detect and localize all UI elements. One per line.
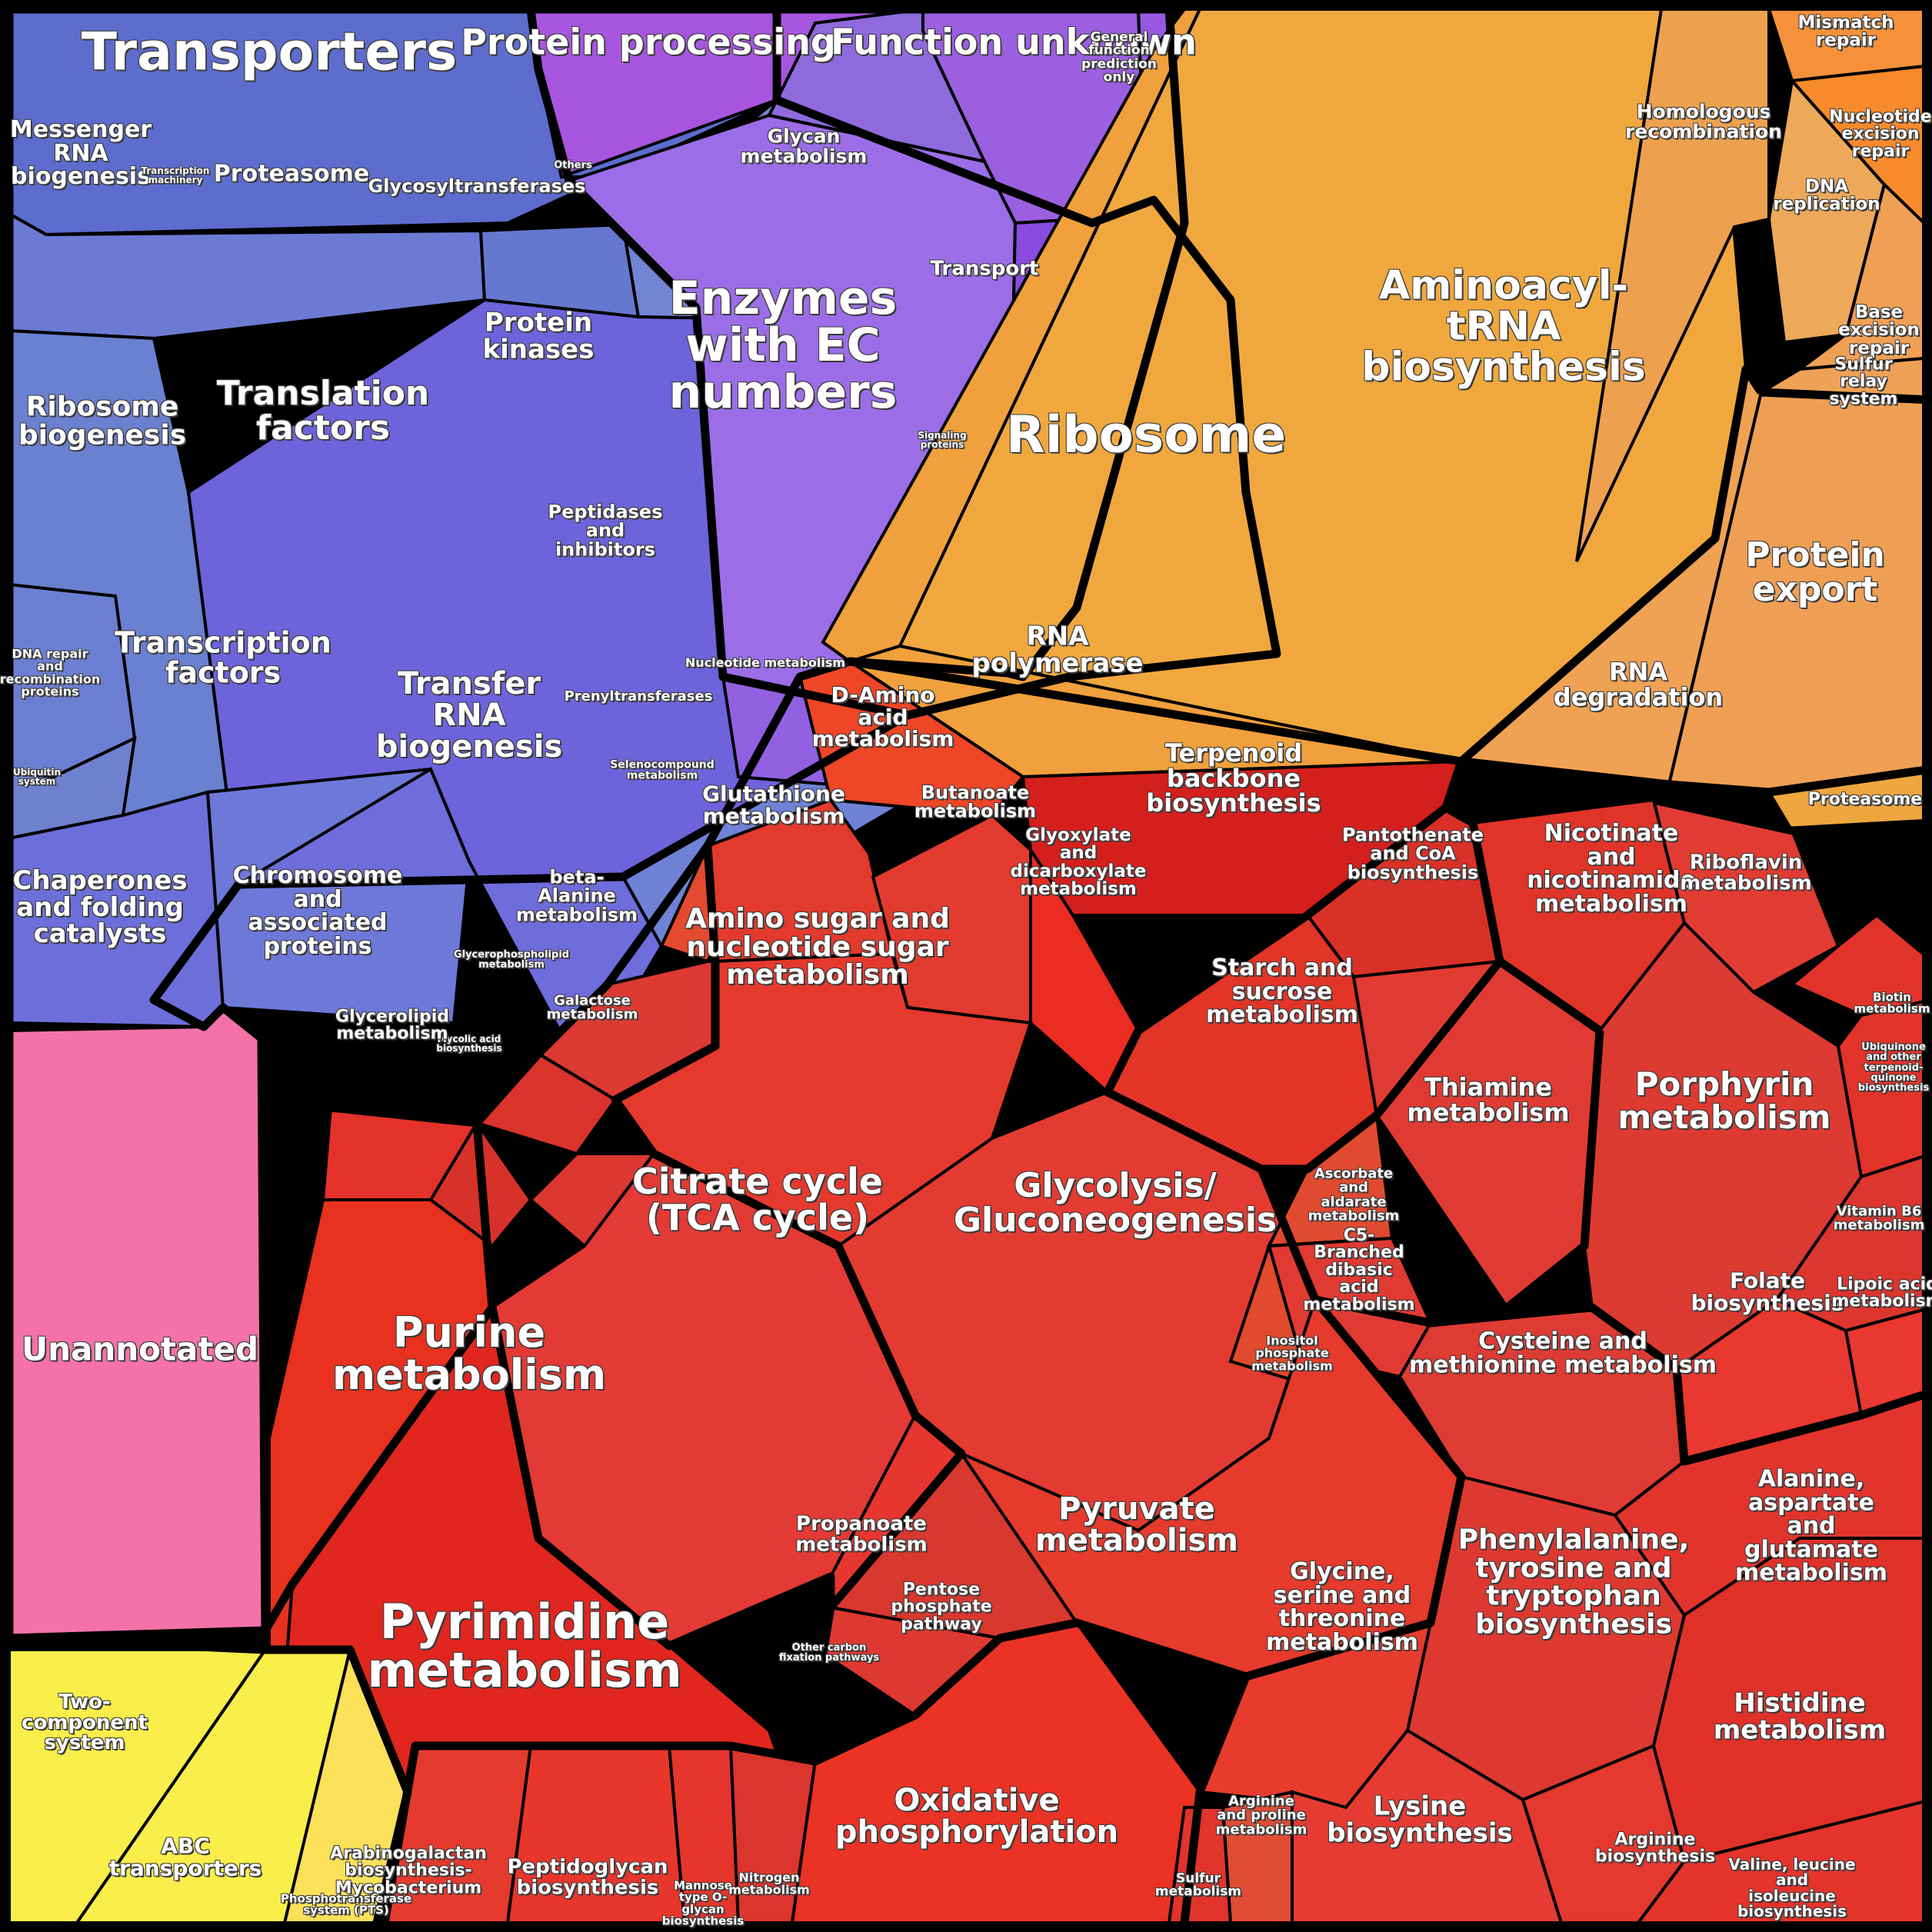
treemap-cell-arginine-and-proline-metabolism[interactable]	[1221, 1790, 1294, 1924]
voronoi-treemap-figure: Transporters Messenger RNA biogenesis Tran…	[0, 0, 1932, 1932]
cell-polygon-layer	[8, 7, 1932, 1924]
treemap-cell-peptidoglycan-biosynthesis[interactable]	[505, 1744, 687, 1924]
treemap-cell-unannotated[interactable]	[8, 1005, 268, 1641]
treemap-svg	[0, 0, 1932, 1932]
